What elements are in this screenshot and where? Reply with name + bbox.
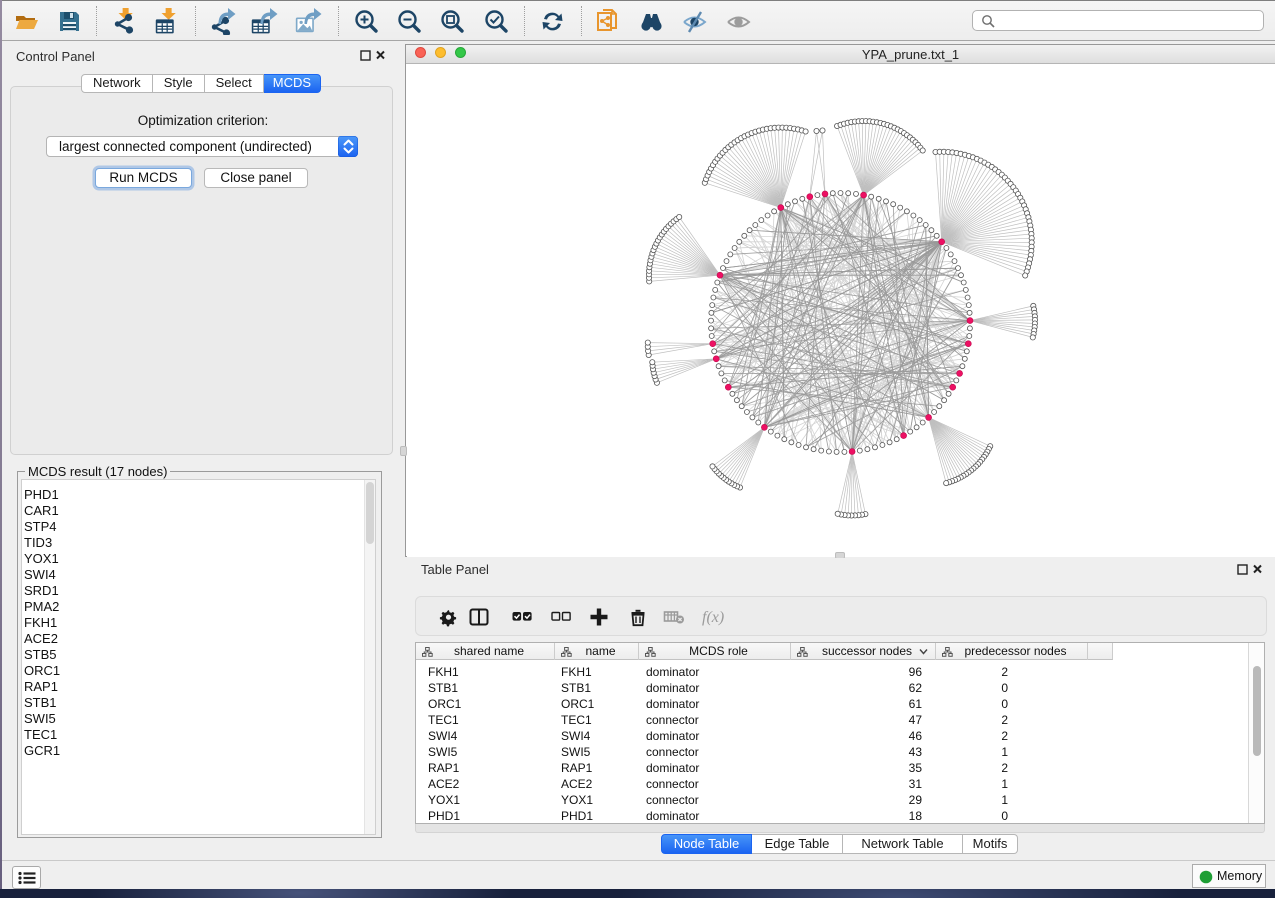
svg-text:f(x): f(x)	[702, 609, 724, 626]
